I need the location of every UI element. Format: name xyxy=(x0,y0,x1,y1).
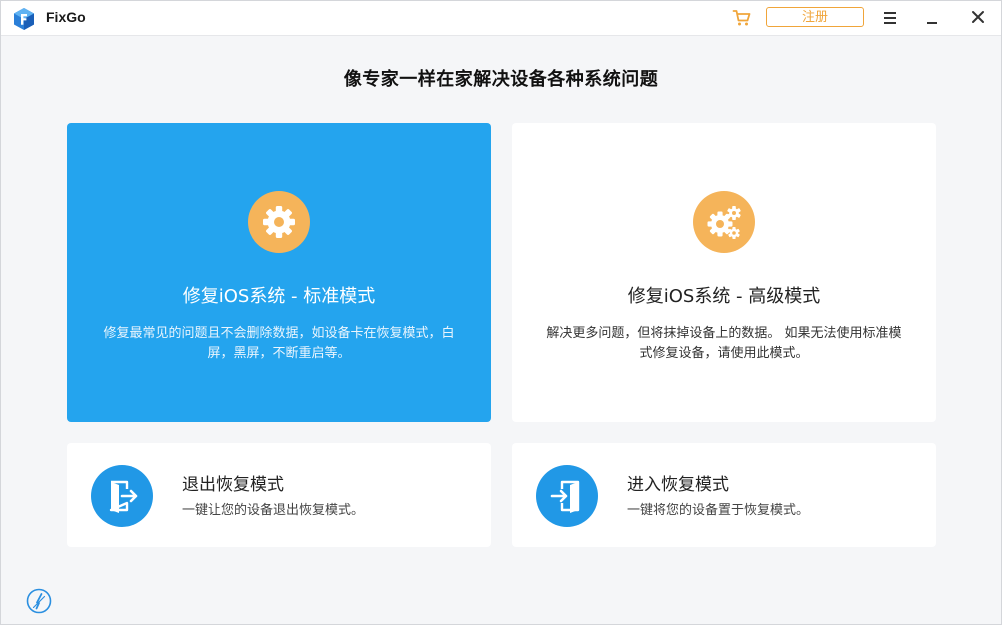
app-title: FixGo xyxy=(46,9,86,25)
cart-icon[interactable] xyxy=(732,8,752,28)
standard-mode-description: 修复最常见的问题且不会删除数据，如设备卡在恢复模式，白屏，黑屏，不断重启等。 xyxy=(103,326,455,361)
gear-icon xyxy=(248,191,310,253)
gears-icon xyxy=(693,191,755,253)
enter-recovery-description: 一键将您的设备置于恢复模式。 xyxy=(627,503,810,518)
fixgo-logo-icon xyxy=(14,8,34,30)
standard-mode-title: 修复iOS系统 - 标准模式 xyxy=(182,286,376,307)
enter-recovery-title: 进入恢复模式 xyxy=(627,475,729,495)
enter-recovery-card[interactable]: 进入恢复模式 一键将您的设备置于恢复模式。 xyxy=(512,443,936,547)
feedback-icon[interactable] xyxy=(26,588,52,614)
minimize-icon[interactable] xyxy=(919,6,945,30)
menu-icon[interactable] xyxy=(877,6,903,30)
close-icon[interactable] xyxy=(965,6,991,30)
advanced-mode-card[interactable]: 修复iOS系统 - 高级模式 解决更多问题，但将抹掉设备上的数据。 如果无法使用… xyxy=(512,123,936,422)
title-bar: FixGo 注册 xyxy=(1,1,1001,36)
exit-recovery-card[interactable]: 退出恢复模式 一键让您的设备退出恢复模式。 xyxy=(67,443,491,547)
app-window: FixGo 注册 像专家一样在家解决设备各种系统问题 修复iOS系统 - 标准模… xyxy=(0,0,1002,625)
register-button[interactable]: 注册 xyxy=(766,7,864,27)
exit-recovery-description: 一键让您的设备退出恢复模式。 xyxy=(182,503,365,518)
page-headline: 像专家一样在家解决设备各种系统问题 xyxy=(343,69,659,90)
enter-door-icon xyxy=(536,465,598,527)
exit-door-icon xyxy=(91,465,153,527)
exit-recovery-title: 退出恢复模式 xyxy=(182,475,284,495)
advanced-mode-title: 修复iOS系统 - 高级模式 xyxy=(627,286,821,307)
standard-mode-card[interactable]: 修复iOS系统 - 标准模式 修复最常见的问题且不会删除数据，如设备卡在恢复模式… xyxy=(67,123,491,422)
advanced-mode-description: 解决更多问题，但将抹掉设备上的数据。 如果无法使用标准模式修复设备，请使用此模式… xyxy=(546,326,902,361)
